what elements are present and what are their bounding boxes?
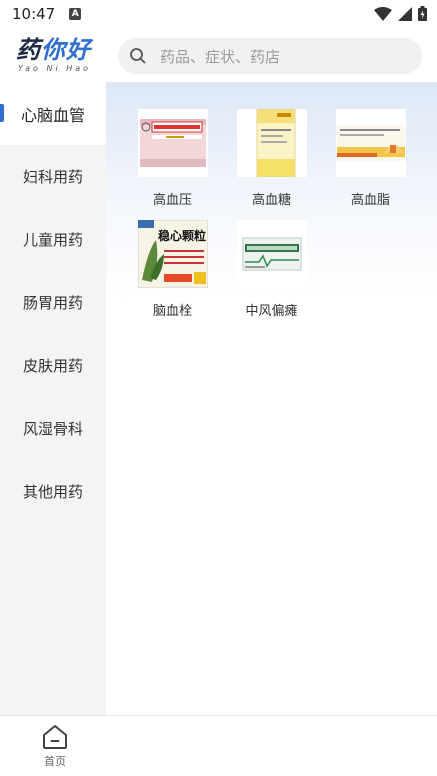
sidebar-item-skin[interactable]: 皮肤用药: [0, 334, 106, 397]
sidebar-item-label: 肠胃用药: [22, 294, 83, 312]
search-bar[interactable]: 药品、症状、药店: [118, 38, 422, 74]
status-time: 10:47: [12, 5, 56, 23]
signal-icon: [398, 6, 412, 21]
hypertension-medicine-box: [137, 109, 208, 177]
status-icons: [374, 6, 427, 21]
sidebar-item-label: 儿童用药: [22, 231, 83, 249]
subcategory-grid: 高血压 高血糖 高血脂 稳心颗粒 脑血栓 中风偏瘫: [123, 109, 423, 331]
sidebar-item-label: 皮肤用药: [22, 357, 83, 375]
subcategory-label: 高血糖: [251, 193, 291, 208]
logo-char-1: 药: [16, 36, 41, 64]
logo-char-2: 你好: [41, 36, 91, 64]
logo-subtitle: Yao Ni Hao: [18, 64, 92, 73]
subcategory-label: 高血脂: [350, 193, 390, 208]
hyperglycemia-medicine-box: [236, 109, 307, 177]
category-sidebar: 心脑血管 妇科用药 儿童用药 肠胃用药 皮肤用药 风湿骨科 其他用药: [0, 82, 106, 715]
subcategory-hyperlipidemia[interactable]: 高血脂: [321, 109, 420, 220]
tab-home-label: 首页: [44, 755, 66, 768]
bottom-tab-bar: 首页: [0, 715, 437, 776]
tab-home[interactable]: 首页: [34, 724, 76, 774]
logo-title: 药你好: [16, 36, 102, 64]
sidebar-item-children[interactable]: 儿童用药: [0, 208, 106, 271]
app-logo: 药你好 Yao Ni Hao: [16, 36, 102, 76]
search-icon: [130, 48, 146, 64]
status-bar: 10:47 A: [0, 0, 437, 28]
sidebar-item-gynecology[interactable]: 妇科用药: [0, 145, 106, 208]
category-content: 高血压 高血糖 高血脂 稳心颗粒 脑血栓 中风偏瘫: [106, 82, 437, 715]
subcategory-label: 中风偏瘫: [245, 304, 298, 319]
stroke-medicine-box: [236, 220, 307, 288]
search-placeholder: 药品、症状、药店: [160, 47, 281, 66]
thrombosis-box-text: 稳心颗粒: [157, 228, 205, 243]
sidebar-item-other[interactable]: 其他用药: [0, 460, 106, 523]
sidebar-item-gastro[interactable]: 肠胃用药: [0, 271, 106, 334]
wifi-icon: [374, 6, 392, 21]
subcategory-hyperglycemia[interactable]: 高血糖: [222, 109, 321, 220]
sidebar-item-cardio[interactable]: 心脑血管: [0, 82, 106, 145]
subcategory-label: 高血压: [152, 193, 192, 208]
notification-icon: A: [69, 8, 82, 20]
hyperlipidemia-medicine-box: [335, 109, 406, 177]
sidebar-item-label: 妇科用药: [22, 168, 83, 186]
sidebar-item-label: 其他用药: [22, 483, 83, 501]
subcategory-label: 脑血栓: [152, 304, 192, 319]
home-icon: [43, 725, 67, 749]
thrombosis-medicine-box: 稳心颗粒: [137, 220, 208, 288]
subcategory-stroke[interactable]: 中风偏瘫: [222, 220, 321, 331]
subcategory-hypertension[interactable]: 高血压: [123, 109, 222, 220]
sidebar-item-label: 风湿骨科: [22, 420, 83, 438]
app-header: 药你好 Yao Ni Hao 药品、症状、药店: [0, 28, 437, 86]
subcategory-thrombosis[interactable]: 稳心颗粒 脑血栓: [123, 220, 222, 331]
sidebar-item-label: 心脑血管: [20, 105, 85, 125]
sidebar-item-rheumatism[interactable]: 风湿骨科: [0, 397, 106, 460]
battery-icon: [418, 6, 427, 21]
